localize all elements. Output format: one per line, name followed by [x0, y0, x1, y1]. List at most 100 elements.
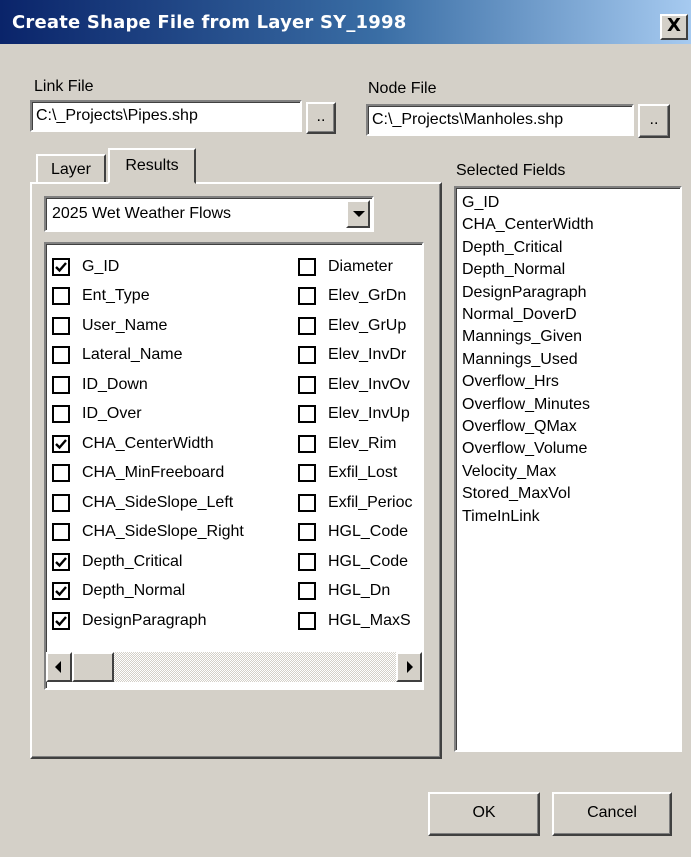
link-file-browse-button[interactable]: ..	[306, 102, 336, 134]
checklist-column-2: Diameter Elev_GrDn Elev_GrUp Elev_InvDr Elev…	[298, 252, 422, 636]
checkbox-icon[interactable]	[298, 287, 316, 306]
checkbox-icon[interactable]	[298, 316, 316, 335]
ok-button[interactable]: OK	[428, 792, 540, 836]
field-row[interactable]: Lateral_Name	[52, 341, 292, 371]
field-row[interactable]: Ent_Type	[52, 282, 292, 312]
checkbox-icon[interactable]	[298, 375, 316, 394]
checkbox-checked-icon[interactable]	[52, 552, 70, 571]
checkbox-icon[interactable]	[298, 611, 316, 630]
field-row[interactable]: Elev_GrUp	[298, 311, 422, 341]
link-file-input[interactable]: C:\_Projects\Pipes.shp	[30, 100, 302, 132]
checkbox-icon[interactable]	[52, 405, 70, 424]
checkbox-icon[interactable]	[298, 464, 316, 483]
selected-field-item[interactable]: Overflow_Hrs	[462, 371, 674, 393]
field-row[interactable]: CHA_CenterWidth	[52, 429, 292, 459]
checklist-column-1: G_ID Ent_Type User_Name Lateral_Name ID_Down…	[52, 252, 292, 636]
selected-field-item[interactable]: CHA_CenterWidth	[462, 214, 674, 236]
close-button[interactable]: X	[660, 14, 688, 40]
selected-field-item[interactable]: Velocity_Max	[462, 461, 674, 483]
field-row[interactable]: DesignParagraph	[52, 606, 292, 636]
checkbox-icon[interactable]	[52, 346, 70, 365]
field-label: Depth_Critical	[82, 552, 183, 570]
selected-field-item[interactable]: Mannings_Used	[462, 349, 674, 371]
checkbox-checked-icon[interactable]	[52, 611, 70, 630]
field-label: Ent_Type	[82, 287, 150, 305]
field-label: Elev_InvDr	[328, 346, 407, 364]
field-row[interactable]: Elev_GrDn	[298, 282, 422, 312]
field-label: CHA_SideSlope_Left	[82, 493, 234, 511]
field-row[interactable]: Elev_InvDr	[298, 341, 422, 371]
checkbox-icon[interactable]	[298, 405, 316, 424]
checkbox-checked-icon[interactable]	[52, 257, 70, 276]
scroll-left-icon[interactable]	[46, 652, 72, 682]
checkbox-icon[interactable]	[298, 257, 316, 276]
selected-field-item[interactable]: Depth_Normal	[462, 259, 674, 281]
field-row[interactable]: Elev_InvUp	[298, 400, 422, 430]
selected-field-item[interactable]: DesignParagraph	[462, 282, 674, 304]
field-row[interactable]: Depth_Critical	[52, 547, 292, 577]
selected-field-item[interactable]: Mannings_Given	[462, 326, 674, 348]
field-label: User_Name	[82, 316, 168, 334]
checkbox-icon[interactable]	[52, 316, 70, 335]
field-label: G_ID	[82, 257, 120, 275]
field-row[interactable]: ID_Down	[52, 370, 292, 400]
checkbox-icon[interactable]	[52, 493, 70, 512]
field-label: Exfil_Lost	[328, 464, 398, 482]
checkbox-icon[interactable]	[298, 582, 316, 601]
node-file-browse-button[interactable]: ..	[638, 104, 670, 138]
field-row[interactable]: HGL_MaxS	[298, 606, 422, 636]
window-title: Create Shape File from Layer SY_1998	[12, 12, 407, 33]
selected-field-item[interactable]: Normal_DoverD	[462, 304, 674, 326]
field-row[interactable]: Diameter	[298, 252, 422, 282]
field-label: HGL_Dn	[328, 582, 391, 600]
field-row[interactable]: Elev_Rim	[298, 429, 422, 459]
checkbox-checked-icon[interactable]	[52, 434, 70, 453]
selected-fields-list[interactable]: G_ID CHA_CenterWidth Depth_Critical Depth_N…	[454, 186, 682, 752]
checkbox-icon[interactable]	[298, 346, 316, 365]
checkbox-icon[interactable]	[298, 493, 316, 512]
checkbox-icon[interactable]	[298, 523, 316, 542]
cancel-button[interactable]: Cancel	[552, 792, 672, 836]
field-label: Diameter	[328, 257, 393, 275]
selected-field-item[interactable]: Stored_MaxVol	[462, 483, 674, 505]
checkbox-icon[interactable]	[52, 464, 70, 483]
field-row[interactable]: CHA_SideSlope_Right	[52, 518, 292, 548]
checkbox-icon[interactable]	[52, 375, 70, 394]
selected-field-item[interactable]: TimeInLink	[462, 506, 674, 528]
selected-field-item[interactable]: Overflow_QMax	[462, 416, 674, 438]
checkbox-icon[interactable]	[52, 287, 70, 306]
field-label: ID_Down	[82, 375, 148, 393]
results-set-dropdown[interactable]: 2025 Wet Weather Flows	[44, 196, 374, 232]
selected-field-item[interactable]: Overflow_Volume	[462, 438, 674, 460]
field-row[interactable]: HGL_Code	[298, 518, 422, 548]
field-row[interactable]: CHA_MinFreeboard	[52, 459, 292, 489]
field-row[interactable]: CHA_SideSlope_Left	[52, 488, 292, 518]
field-row[interactable]: HGL_Dn	[298, 577, 422, 607]
checkbox-icon[interactable]	[298, 434, 316, 453]
selected-field-item[interactable]: Overflow_Minutes	[462, 394, 674, 416]
selected-field-item[interactable]: Depth_Critical	[462, 237, 674, 259]
scroll-right-icon[interactable]	[396, 652, 422, 682]
scrollbar-thumb[interactable]	[72, 652, 114, 682]
field-row[interactable]: User_Name	[52, 311, 292, 341]
tab-layer[interactable]: Layer	[36, 154, 106, 184]
checkbox-icon[interactable]	[52, 523, 70, 542]
field-row[interactable]: HGL_Code	[298, 547, 422, 577]
field-label: Elev_GrDn	[328, 287, 407, 305]
field-row[interactable]: Depth_Normal	[52, 577, 292, 607]
field-row[interactable]: Exfil_Perioc	[298, 488, 422, 518]
node-file-input[interactable]: C:\_Projects\Manholes.shp	[366, 104, 634, 136]
chevron-down-icon[interactable]	[346, 200, 370, 228]
selected-field-item[interactable]: G_ID	[462, 192, 674, 214]
field-row[interactable]: Elev_InvOv	[298, 370, 422, 400]
field-row[interactable]: ID_Over	[52, 400, 292, 430]
field-row[interactable]: G_ID	[52, 252, 292, 282]
field-label: Elev_Rim	[328, 434, 397, 452]
checkbox-icon[interactable]	[298, 552, 316, 571]
tab-results[interactable]: Results	[108, 148, 196, 184]
checkbox-checked-icon[interactable]	[52, 582, 70, 601]
field-label: Exfil_Perioc	[328, 493, 413, 511]
field-checklist[interactable]: G_ID Ent_Type User_Name Lateral_Name ID_Down…	[44, 242, 424, 690]
field-row[interactable]: Exfil_Lost	[298, 459, 422, 489]
horizontal-scrollbar[interactable]	[46, 652, 422, 682]
